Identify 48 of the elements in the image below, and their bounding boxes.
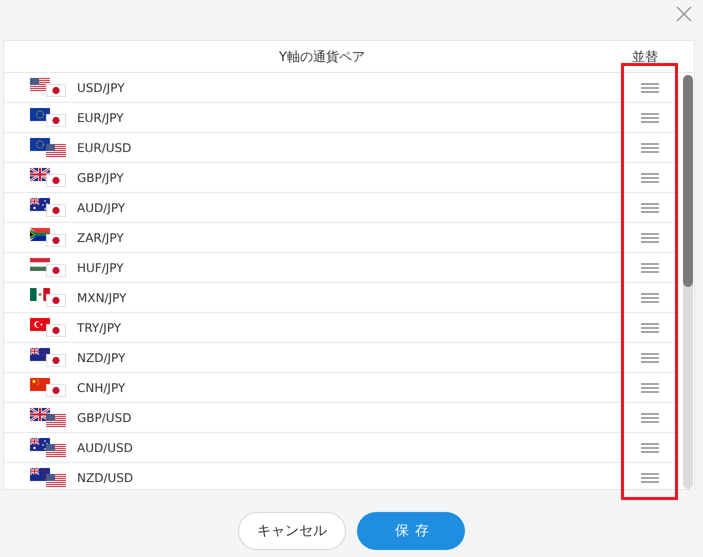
- currency-pair: NZD/JPY: [77, 350, 126, 364]
- drag-handle-icon[interactable]: [641, 202, 659, 212]
- flag-icon: [46, 174, 66, 187]
- flag-icon: [46, 84, 66, 97]
- currency-pair: NZD/USD: [77, 470, 134, 484]
- currency-pair: EUR/JPY: [77, 110, 125, 124]
- drag-handle-icon[interactable]: [641, 292, 659, 302]
- drag-handle-icon[interactable]: [641, 352, 659, 362]
- drag-handle-icon[interactable]: [641, 262, 659, 272]
- cancel-button[interactable]: キャンセル: [238, 512, 346, 550]
- currency-pair: AUD/USD: [77, 440, 134, 454]
- flag-icon: [46, 414, 66, 427]
- currency-pair: GBP/JPY: [77, 170, 125, 184]
- flag-icon: [46, 114, 66, 127]
- drag-handle-icon[interactable]: [641, 112, 659, 122]
- currency-pair: MXN/JPY: [77, 290, 128, 304]
- flag-icon: [46, 444, 66, 457]
- drag-handle-icon[interactable]: [641, 412, 659, 422]
- currency-pair: EUR/USD: [77, 140, 132, 154]
- flag-icon: [46, 234, 66, 247]
- scrollbar[interactable]: [683, 75, 693, 489]
- currency-pair: ZAR/JPY: [77, 230, 125, 244]
- save-button[interactable]: 保存: [357, 512, 465, 550]
- drag-handle-icon[interactable]: [641, 322, 659, 332]
- flag-icon: [46, 264, 66, 277]
- currency-pair: CNH/JPY: [77, 380, 126, 394]
- flag-icon: [46, 474, 66, 487]
- currency-pair: AUD/JPY: [77, 200, 126, 214]
- column-header: Y軸の通貨ペア: [278, 48, 366, 66]
- flag-icon: [46, 384, 66, 397]
- drag-handle-icon[interactable]: [641, 232, 659, 242]
- currency-pair: HUF/JPY: [77, 260, 125, 274]
- currency-pair: USD/JPY: [77, 80, 126, 94]
- drag-handle-icon[interactable]: [641, 442, 659, 452]
- currency-pair: GBP/USD: [77, 410, 132, 424]
- drag-handle-icon[interactable]: [641, 82, 659, 92]
- drag-handle-icon[interactable]: [641, 172, 659, 182]
- drag-handle-icon[interactable]: [641, 382, 659, 392]
- drag-handle-icon[interactable]: [641, 142, 659, 152]
- flag-icon: [46, 354, 66, 367]
- flag-icon: [46, 294, 66, 307]
- flag-icon: [46, 144, 66, 157]
- currency-pair: TRY/JPY: [77, 320, 122, 334]
- flag-icon: [46, 204, 66, 217]
- drag-handle-icon[interactable]: [641, 472, 659, 482]
- flag-icon: [46, 324, 66, 337]
- column-header: 並替: [631, 48, 659, 66]
- close-icon[interactable]: [676, 6, 692, 22]
